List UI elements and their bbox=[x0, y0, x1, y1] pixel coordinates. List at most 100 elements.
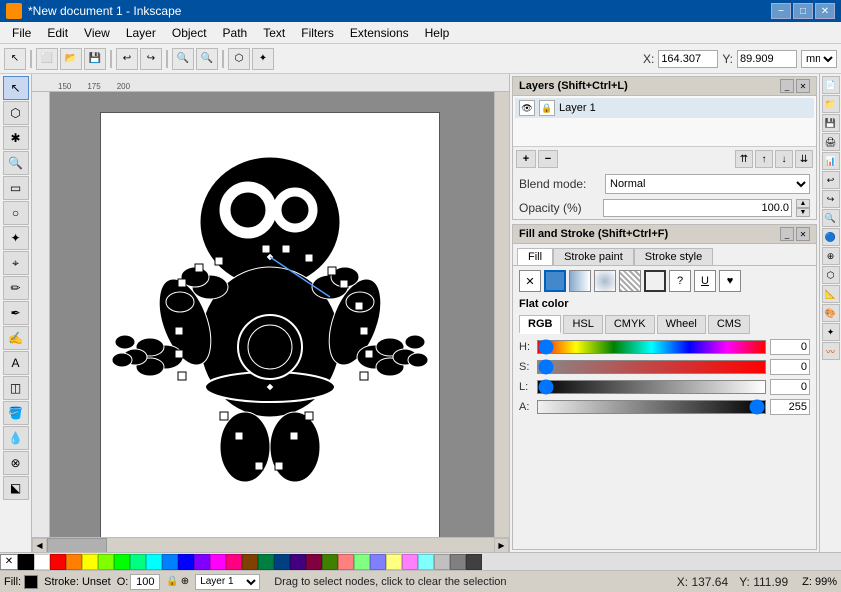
a-value-input[interactable] bbox=[770, 399, 810, 415]
palette-color-swatch[interactable] bbox=[50, 554, 66, 570]
layer-up-button[interactable]: ↑ bbox=[755, 150, 773, 168]
palette-color-swatch[interactable] bbox=[290, 554, 306, 570]
layer-down-button[interactable]: ↓ bbox=[775, 150, 793, 168]
fill-unknown-button[interactable]: ? bbox=[669, 270, 691, 292]
fill-pattern-button[interactable] bbox=[619, 270, 641, 292]
menu-object[interactable]: Object bbox=[164, 24, 215, 42]
unit-select[interactable]: mm px in bbox=[801, 50, 837, 68]
s-value-input[interactable] bbox=[770, 359, 810, 375]
circle-tool-button[interactable]: ○ bbox=[3, 201, 29, 225]
right-tool-open[interactable]: 📁 bbox=[822, 95, 840, 113]
fill-swatch-button[interactable] bbox=[644, 270, 666, 292]
right-tool-wave[interactable]: 〰 bbox=[822, 342, 840, 360]
menu-help[interactable]: Help bbox=[417, 24, 458, 42]
right-tool-guides[interactable]: 📐 bbox=[822, 285, 840, 303]
title-bar-controls[interactable]: − □ ✕ bbox=[771, 3, 835, 19]
add-layer-button[interactable]: + bbox=[516, 150, 536, 168]
palette-color-swatch[interactable] bbox=[274, 554, 290, 570]
rect-tool-button[interactable]: ▭ bbox=[3, 176, 29, 200]
palette-color-swatch[interactable] bbox=[450, 554, 466, 570]
remove-layer-button[interactable]: − bbox=[538, 150, 558, 168]
spiral-tool-button[interactable]: ⌖ bbox=[3, 251, 29, 275]
color-tab-wheel[interactable]: Wheel bbox=[657, 315, 706, 334]
palette-color-swatch[interactable] bbox=[178, 554, 194, 570]
right-tool-zoom[interactable]: 🔍 bbox=[822, 209, 840, 227]
right-tool-snap[interactable]: 🔵 bbox=[822, 228, 840, 246]
transform-button[interactable]: ✦ bbox=[252, 48, 274, 70]
tab-stroke-style[interactable]: Stroke style bbox=[634, 248, 713, 265]
opacity-up-button[interactable]: ▲ bbox=[796, 199, 810, 208]
palette-color-swatch[interactable] bbox=[354, 554, 370, 570]
maximize-button[interactable]: □ bbox=[793, 3, 813, 19]
canvas-viewport[interactable] bbox=[50, 92, 494, 537]
bucket-tool-button[interactable]: 🪣 bbox=[3, 401, 29, 425]
palette-color-swatch[interactable] bbox=[386, 554, 402, 570]
fs-minimize-button[interactable]: _ bbox=[780, 227, 794, 241]
right-tool-snap2[interactable]: ⊕ bbox=[822, 247, 840, 265]
list-item[interactable]: 👁 🔒 Layer 1 bbox=[515, 98, 814, 118]
right-tool-color[interactable]: 🎨 bbox=[822, 304, 840, 322]
color-tab-cmyk[interactable]: CMYK bbox=[605, 315, 655, 334]
menu-text[interactable]: Text bbox=[255, 24, 293, 42]
palette-color-swatch[interactable] bbox=[402, 554, 418, 570]
undo-button[interactable]: ↩ bbox=[116, 48, 138, 70]
right-tool-undo[interactable]: ↩ bbox=[822, 171, 840, 189]
layers-panel-controls[interactable]: _ ✕ bbox=[780, 79, 810, 93]
layers-close-button[interactable]: ✕ bbox=[796, 79, 810, 93]
menu-edit[interactable]: Edit bbox=[39, 24, 76, 42]
fill-stroke-panel-controls[interactable]: _ ✕ bbox=[780, 227, 810, 241]
menu-layer[interactable]: Layer bbox=[118, 24, 164, 42]
palette-color-swatch[interactable] bbox=[210, 554, 226, 570]
blend-mode-select[interactable]: Normal Multiply Screen Overlay bbox=[605, 174, 810, 194]
l-value-input[interactable] bbox=[770, 379, 810, 395]
layer-visible-icon[interactable]: 👁 bbox=[519, 100, 535, 116]
palette-color-swatch[interactable] bbox=[130, 554, 146, 570]
tweak-tool-button[interactable]: ✱ bbox=[3, 126, 29, 150]
connector-tool-button[interactable]: ⬕ bbox=[3, 476, 29, 500]
fill-radial-button[interactable] bbox=[594, 270, 616, 292]
menu-file[interactable]: File bbox=[4, 24, 39, 42]
palette-color-swatch[interactable] bbox=[338, 554, 354, 570]
scrollbar-thumb[interactable] bbox=[47, 538, 107, 553]
zoom-tool-button[interactable]: 🔍 bbox=[3, 151, 29, 175]
palette-color-swatch[interactable] bbox=[322, 554, 338, 570]
layer-to-bottom-button[interactable]: ⇊ bbox=[795, 150, 813, 168]
layer-to-top-button[interactable]: ⇈ bbox=[735, 150, 753, 168]
palette-color-swatch[interactable] bbox=[258, 554, 274, 570]
right-tool-path[interactable]: ✦ bbox=[822, 323, 840, 341]
palette-color-swatch[interactable] bbox=[34, 554, 50, 570]
text-tool-button[interactable]: A bbox=[3, 351, 29, 375]
palette-color-swatch[interactable] bbox=[434, 554, 450, 570]
pen-tool-button[interactable]: ✒ bbox=[3, 301, 29, 325]
fill-flat-button[interactable] bbox=[544, 270, 566, 292]
scroll-left-button[interactable]: ◀ bbox=[32, 538, 47, 553]
eraser-tool-button[interactable]: ⊗ bbox=[3, 451, 29, 475]
dropper-tool-button[interactable]: 💧 bbox=[3, 426, 29, 450]
menu-extensions[interactable]: Extensions bbox=[342, 24, 417, 42]
close-button[interactable]: ✕ bbox=[815, 3, 835, 19]
fill-unset-button[interactable]: U bbox=[694, 270, 716, 292]
color-tab-cms[interactable]: CMS bbox=[708, 315, 750, 334]
palette-color-swatch[interactable] bbox=[418, 554, 434, 570]
y-input[interactable] bbox=[737, 50, 797, 68]
calligraphy-tool-button[interactable]: ✍ bbox=[3, 326, 29, 350]
palette-color-swatch[interactable] bbox=[162, 554, 178, 570]
palette-color-swatch[interactable] bbox=[226, 554, 242, 570]
fs-close-button[interactable]: ✕ bbox=[796, 227, 810, 241]
fill-swatch[interactable] bbox=[24, 575, 38, 589]
palette-color-swatch[interactable] bbox=[18, 554, 34, 570]
tab-fill[interactable]: Fill bbox=[517, 248, 553, 265]
l-slider[interactable] bbox=[537, 380, 766, 394]
palette-color-swatch[interactable] bbox=[466, 554, 482, 570]
menu-view[interactable]: View bbox=[76, 24, 118, 42]
opacity-down-button[interactable]: ▼ bbox=[796, 208, 810, 217]
scroll-right-button[interactable]: ▶ bbox=[494, 538, 509, 553]
gradient-tool-button[interactable]: ◫ bbox=[3, 376, 29, 400]
right-tool-node[interactable]: ⬡ bbox=[822, 266, 840, 284]
s-slider[interactable] bbox=[537, 360, 766, 374]
palette-none-button[interactable]: ✕ bbox=[0, 554, 18, 570]
node-tool-button[interactable]: ⬡ bbox=[228, 48, 250, 70]
palette-color-swatch[interactable] bbox=[370, 554, 386, 570]
palette-color-swatch[interactable] bbox=[82, 554, 98, 570]
palette-color-swatch[interactable] bbox=[66, 554, 82, 570]
